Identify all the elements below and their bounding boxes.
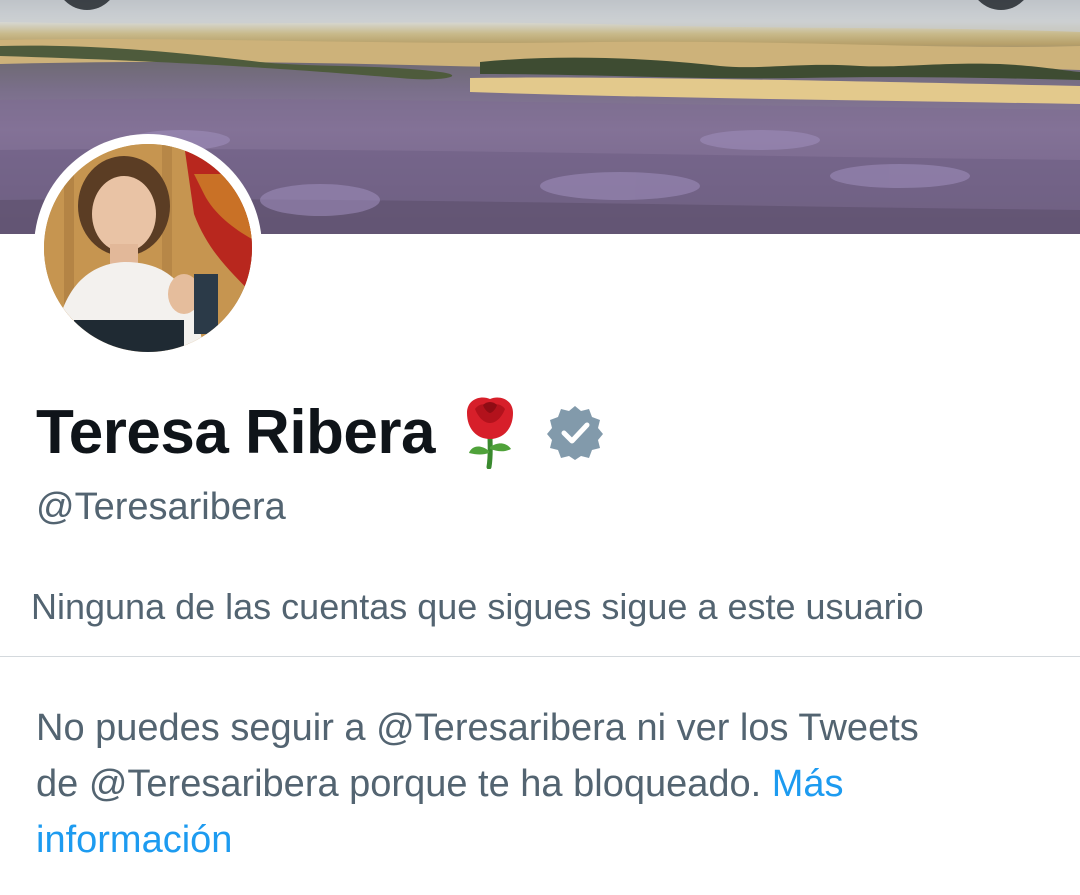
verified-badge-icon[interactable]: [547, 404, 604, 460]
blocked-notice-line-2: de @Teresaribera porque te ha bloqueado.…: [36, 756, 1046, 868]
display-name: Teresa Ribera: [36, 397, 436, 467]
blocked-notice-line-2-text: de @Teresaribera porque te ha bloqueado.: [36, 763, 762, 805]
avatar-photo: [44, 144, 252, 352]
avatar[interactable]: [44, 144, 252, 352]
divider: [0, 656, 1080, 657]
rose-icon: [467, 397, 514, 469]
blocked-notice: No puedes seguir a @Teresaribera ni ver …: [36, 700, 1046, 868]
avatar-ring: [34, 134, 262, 362]
profile-handle: @Teresaribera: [36, 486, 286, 528]
blocked-notice-line-1: No puedes seguir a @Teresaribera ni ver …: [36, 707, 919, 749]
followers-you-know-text[interactable]: Ninguna de las cuentas que sigues sigue …: [31, 586, 924, 628]
profile-name-row: Teresa Ribera: [36, 392, 604, 472]
